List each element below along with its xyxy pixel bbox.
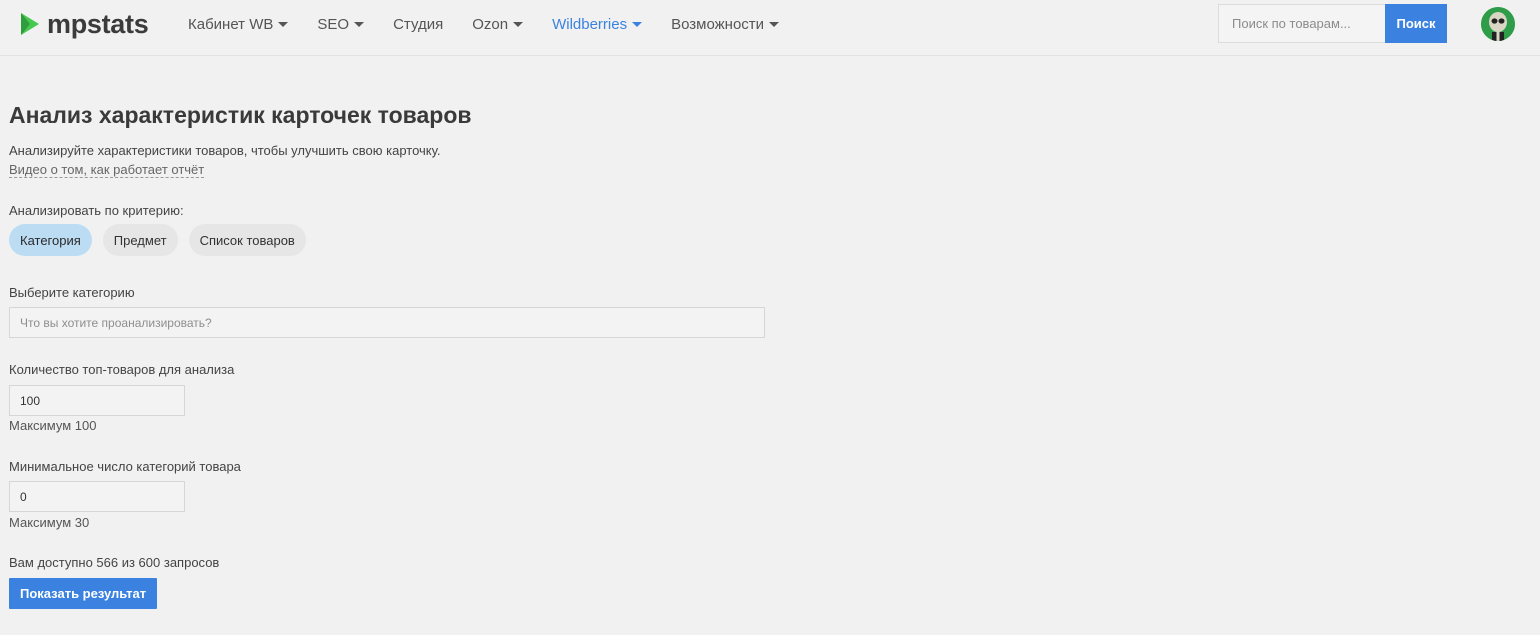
quota-text: Вам доступно 566 из 600 запросов [9, 555, 220, 570]
caret-down-icon [769, 22, 780, 27]
nav-item-cabinet-wb[interactable]: Кабинет WB [188, 14, 289, 34]
nav-item-label: Wildberries [552, 15, 628, 33]
nav-item-label: Возможности [671, 15, 765, 33]
nav-item-features[interactable]: Возможности [671, 14, 780, 34]
caret-down-icon [278, 22, 289, 27]
user-avatar[interactable] [1481, 7, 1515, 41]
caret-down-icon [354, 22, 365, 27]
nav-item-wildberries[interactable]: Wildberries [552, 14, 643, 34]
min-categories-input[interactable] [9, 481, 185, 512]
nav-item-label: Кабинет WB [188, 15, 274, 33]
nav-item-ozon[interactable]: Ozon [472, 14, 524, 34]
video-guide-link[interactable]: Видео о том, как работает отчёт [9, 162, 205, 178]
nav-item-label: Ozon [472, 15, 509, 33]
brand-name: mpstats [47, 8, 149, 39]
category-search-input[interactable] [9, 307, 765, 338]
top-navbar: mpstats Кабинет WB SEO Студия Ozon Wildb… [0, 0, 1540, 56]
top-count-hint: Максимум 100 [9, 418, 97, 433]
nav-item-label: SEO [317, 15, 350, 33]
category-label: Выберите категорию [9, 285, 135, 300]
show-result-button[interactable]: Показать результат [9, 578, 158, 609]
nav-item-seo[interactable]: SEO [317, 14, 365, 34]
criteria-toggle-group: Категория Предмет Список товаров [9, 224, 317, 256]
page-title: Анализ характеристик карточек товаров [9, 102, 472, 128]
criteria-label: Анализировать по критерию: [9, 203, 184, 218]
nav-item-label: Студия [393, 15, 444, 33]
main-nav: Кабинет WB SEO Студия Ozon Wildberries В… [188, 14, 808, 34]
page-description: Анализируйте характеристики товаров, что… [9, 143, 441, 158]
product-search-input[interactable] [1218, 4, 1385, 43]
play-logo-icon [21, 13, 39, 35]
search-button[interactable]: Поиск [1385, 4, 1447, 43]
top-count-label: Количество топ-товаров для анализа [9, 362, 235, 377]
brand-logo[interactable]: mpstats [19, 8, 149, 39]
min-categories-hint: Максимум 30 [9, 515, 90, 530]
avatar-face-icon [1481, 7, 1515, 41]
nav-item-studio[interactable]: Студия [393, 14, 443, 34]
criteria-option-product-list[interactable]: Список товаров [188, 224, 306, 256]
criteria-option-category[interactable]: Категория [9, 224, 92, 256]
caret-down-icon [632, 22, 643, 27]
criteria-option-subject[interactable]: Предмет [102, 224, 178, 256]
min-categories-label: Минимальное число категорий товара [9, 459, 241, 474]
caret-down-icon [513, 22, 524, 27]
top-count-input[interactable] [9, 385, 185, 416]
